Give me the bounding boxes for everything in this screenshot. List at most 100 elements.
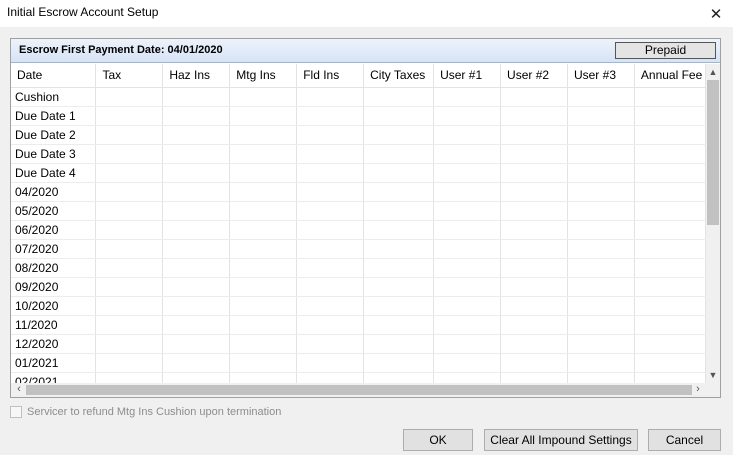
grid-cell[interactable] bbox=[567, 296, 635, 316]
grid-cell[interactable] bbox=[162, 277, 231, 297]
grid-cell[interactable] bbox=[500, 372, 568, 383]
table-row[interactable]: 10/2020 bbox=[11, 296, 706, 316]
grid-cell[interactable] bbox=[229, 315, 298, 335]
grid-cell[interactable] bbox=[567, 201, 635, 221]
scroll-down-icon[interactable]: ▼ bbox=[706, 368, 720, 382]
grid-cell[interactable] bbox=[363, 258, 435, 278]
grid-cell[interactable] bbox=[433, 277, 502, 297]
grid-cell[interactable] bbox=[229, 372, 298, 383]
grid-cell[interactable] bbox=[433, 353, 502, 373]
grid-cell[interactable] bbox=[363, 163, 435, 183]
grid-cell[interactable] bbox=[95, 296, 164, 316]
grid-cell[interactable] bbox=[500, 353, 568, 373]
grid-cell[interactable] bbox=[162, 87, 231, 107]
grid-cell[interactable] bbox=[162, 220, 231, 240]
column-header[interactable]: Mtg Ins bbox=[229, 64, 298, 88]
grid-cell[interactable] bbox=[363, 334, 435, 354]
column-header[interactable]: Annual Fee bbox=[634, 64, 706, 88]
grid-cell[interactable] bbox=[296, 163, 365, 183]
grid-cell[interactable] bbox=[296, 106, 365, 126]
grid-cell[interactable] bbox=[95, 144, 164, 164]
scroll-right-icon[interactable]: › bbox=[691, 383, 705, 397]
grid-cell[interactable] bbox=[567, 182, 635, 202]
table-row[interactable]: 11/2020 bbox=[11, 315, 706, 335]
grid-cell[interactable] bbox=[296, 334, 365, 354]
grid-cell[interactable] bbox=[567, 315, 635, 335]
grid-cell[interactable] bbox=[567, 277, 635, 297]
refund-cushion-option[interactable]: Servicer to refund Mtg Ins Cushion upon … bbox=[10, 406, 281, 418]
grid-cell[interactable] bbox=[296, 296, 365, 316]
grid-cell[interactable] bbox=[433, 296, 502, 316]
grid-cell[interactable] bbox=[229, 277, 298, 297]
grid-cell[interactable] bbox=[567, 220, 635, 240]
grid-cell[interactable] bbox=[162, 163, 231, 183]
grid-cell[interactable] bbox=[433, 220, 502, 240]
grid-cell[interactable] bbox=[296, 353, 365, 373]
grid-cell[interactable] bbox=[634, 353, 706, 373]
grid-cell[interactable] bbox=[162, 296, 231, 316]
grid-cell[interactable] bbox=[500, 277, 568, 297]
grid-cell[interactable] bbox=[634, 315, 706, 335]
column-header[interactable]: User #3 bbox=[567, 64, 635, 88]
grid-cell[interactable] bbox=[363, 315, 435, 335]
grid-cell[interactable] bbox=[433, 125, 502, 145]
column-header[interactable]: Haz Ins bbox=[162, 64, 231, 88]
grid-cell[interactable] bbox=[433, 239, 502, 259]
grid-cell[interactable] bbox=[229, 353, 298, 373]
grid-cell[interactable] bbox=[363, 87, 435, 107]
grid-cell[interactable] bbox=[95, 106, 164, 126]
vertical-scrollbar[interactable]: ▲ ▼ bbox=[706, 64, 720, 383]
grid-cell[interactable] bbox=[567, 163, 635, 183]
grid-cell[interactable] bbox=[162, 239, 231, 259]
grid-cell[interactable] bbox=[363, 182, 435, 202]
row-label[interactable]: 01/2021 bbox=[11, 353, 97, 373]
grid-cell[interactable] bbox=[363, 372, 435, 383]
horizontal-scroll-thumb[interactable] bbox=[26, 385, 692, 395]
grid-cell[interactable] bbox=[634, 182, 706, 202]
grid-cell[interactable] bbox=[363, 220, 435, 240]
grid-cell[interactable] bbox=[634, 258, 706, 278]
row-label[interactable]: Due Date 2 bbox=[11, 125, 97, 145]
grid-cell[interactable] bbox=[567, 125, 635, 145]
grid-cell[interactable] bbox=[229, 106, 298, 126]
grid-cell[interactable] bbox=[296, 182, 365, 202]
grid-cell[interactable] bbox=[433, 182, 502, 202]
grid-cell[interactable] bbox=[500, 220, 568, 240]
grid-cell[interactable] bbox=[296, 125, 365, 145]
grid-cell[interactable] bbox=[363, 277, 435, 297]
table-row[interactable]: 06/2020 bbox=[11, 220, 706, 240]
grid-cell[interactable] bbox=[229, 220, 298, 240]
grid-cell[interactable] bbox=[567, 258, 635, 278]
row-label[interactable]: 11/2020 bbox=[11, 315, 97, 335]
grid-cell[interactable] bbox=[95, 125, 164, 145]
table-row[interactable]: 04/2020 bbox=[11, 182, 706, 202]
grid-cell[interactable] bbox=[95, 220, 164, 240]
grid-cell[interactable] bbox=[500, 201, 568, 221]
grid-cell[interactable] bbox=[229, 125, 298, 145]
grid-cell[interactable] bbox=[433, 144, 502, 164]
grid-cell[interactable] bbox=[296, 144, 365, 164]
table-row[interactable]: Cushion bbox=[11, 87, 706, 107]
grid-cell[interactable] bbox=[296, 258, 365, 278]
grid-cell[interactable] bbox=[634, 277, 706, 297]
grid-cell[interactable] bbox=[95, 277, 164, 297]
grid-cell[interactable] bbox=[567, 87, 635, 107]
grid-cell[interactable] bbox=[634, 125, 706, 145]
row-label[interactable]: 05/2020 bbox=[11, 201, 97, 221]
grid-cell[interactable] bbox=[95, 163, 164, 183]
grid-cell[interactable] bbox=[162, 144, 231, 164]
grid-cell[interactable] bbox=[363, 144, 435, 164]
grid-cell[interactable] bbox=[363, 296, 435, 316]
grid-cell[interactable] bbox=[567, 353, 635, 373]
prepaid-button[interactable]: Prepaid bbox=[615, 42, 716, 59]
grid-cell[interactable] bbox=[500, 182, 568, 202]
table-row[interactable]: 07/2020 bbox=[11, 239, 706, 259]
grid-cell[interactable] bbox=[296, 315, 365, 335]
grid-cell[interactable] bbox=[634, 334, 706, 354]
grid-cell[interactable] bbox=[433, 106, 502, 126]
grid-cell[interactable] bbox=[95, 182, 164, 202]
grid-cell[interactable] bbox=[229, 239, 298, 259]
table-row[interactable]: 08/2020 bbox=[11, 258, 706, 278]
grid-cell[interactable] bbox=[500, 144, 568, 164]
grid-cell[interactable] bbox=[296, 239, 365, 259]
